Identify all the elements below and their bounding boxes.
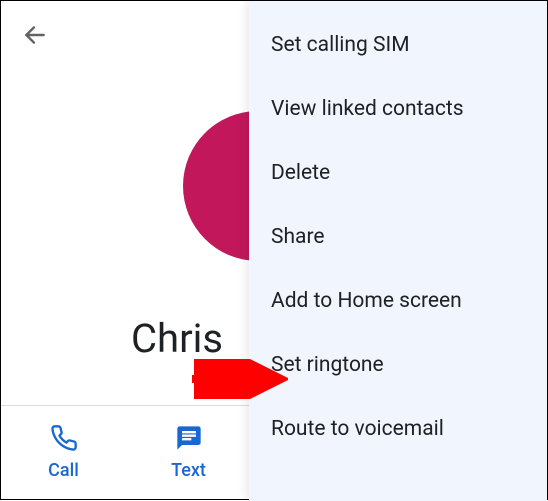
menu-item-share[interactable]: Share [249, 205, 547, 269]
menu-item-delete[interactable]: Delete [249, 141, 547, 205]
call-button[interactable]: Call [1, 414, 126, 491]
text-label: Text [171, 460, 206, 481]
text-button[interactable]: Text [126, 414, 251, 491]
menu-item-add-to-home[interactable]: Add to Home screen [249, 269, 547, 333]
menu-item-set-ringtone[interactable]: Set ringtone [249, 333, 547, 397]
back-button[interactable] [19, 21, 51, 53]
contact-name: Chris [131, 315, 223, 362]
menu-item-view-linked-contacts[interactable]: View linked contacts [249, 77, 547, 141]
call-label: Call [48, 460, 79, 481]
overflow-menu: Set calling SIM View linked contacts Del… [249, 1, 547, 501]
message-icon [175, 424, 203, 452]
menu-item-route-to-voicemail[interactable]: Route to voicemail [249, 397, 547, 461]
arrow-back-icon [22, 22, 48, 52]
phone-icon [50, 424, 78, 452]
menu-item-set-calling-sim[interactable]: Set calling SIM [249, 13, 547, 77]
